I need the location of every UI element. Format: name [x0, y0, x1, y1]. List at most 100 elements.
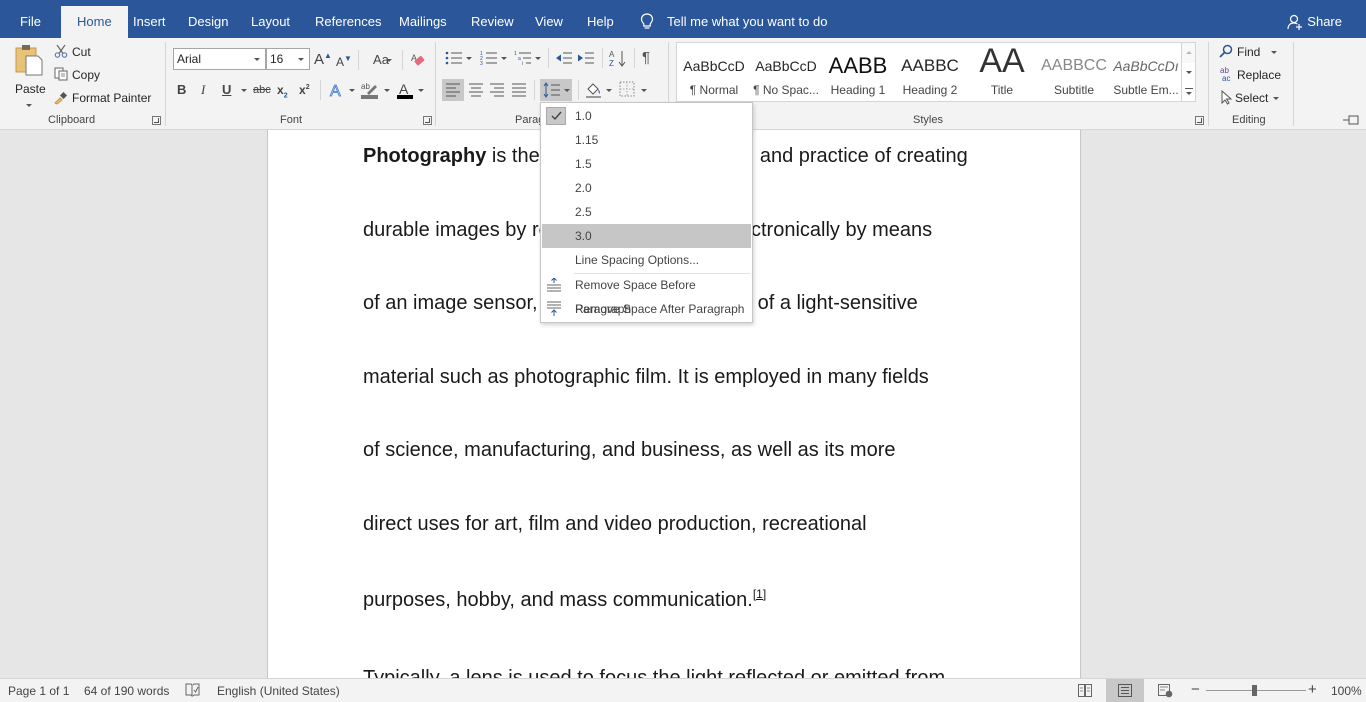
style-subtle-emphasis[interactable]: AaBbCcDı Subtle Em...: [1110, 43, 1182, 101]
share-button[interactable]: Share: [1287, 7, 1342, 38]
group-divider: [1208, 42, 1209, 126]
style-heading-2[interactable]: AABBC Heading 2: [894, 43, 966, 101]
web-layout-button[interactable]: [1146, 679, 1184, 702]
style-normal[interactable]: AaBbCcD ¶ Normal: [678, 43, 750, 101]
language[interactable]: English (United States): [217, 684, 340, 698]
show-formatting-marks-button[interactable]: ¶: [642, 49, 650, 66]
multilevel-list-button[interactable]: 1ai: [514, 50, 542, 68]
style-no-spacing[interactable]: AaBbCcD ¶ No Spac...: [750, 43, 822, 101]
styles-dialog-launcher-icon[interactable]: [1195, 116, 1204, 125]
change-case-button[interactable]: Aa: [366, 52, 396, 67]
superscript-button[interactable]: x2: [299, 83, 310, 97]
strikethrough-button[interactable]: abc: [253, 84, 271, 96]
sort-icon[interactable]: AZ: [609, 49, 627, 67]
tab-design[interactable]: Design: [176, 7, 240, 38]
remove-space-after-item[interactable]: Remove Space After Paragraph: [542, 297, 751, 321]
style-heading-1[interactable]: AABB Heading 1: [822, 43, 894, 101]
line-spacing-option-2-5[interactable]: 2.5: [542, 200, 751, 224]
gallery-scroll-down[interactable]: [1181, 63, 1195, 82]
bold-button[interactable]: B: [177, 82, 186, 97]
font-color-icon: A: [397, 81, 413, 99]
shading-button[interactable]: [585, 81, 613, 99]
increase-indent-icon[interactable]: [577, 51, 595, 65]
tab-review[interactable]: Review: [459, 7, 526, 38]
underline-button[interactable]: U: [222, 82, 231, 97]
tab-layout[interactable]: Layout: [239, 7, 302, 38]
line-spacing-option-1-15[interactable]: 1.15: [542, 128, 751, 152]
underline-options-chevron-icon[interactable]: [241, 89, 247, 92]
page-count[interactable]: Page 1 of 1: [8, 684, 69, 698]
group-divider: [165, 42, 166, 126]
font-size-combo[interactable]: 16: [266, 48, 310, 70]
zoom-out-button[interactable]: −: [1191, 681, 1200, 698]
chevron-down-icon: [1186, 92, 1192, 95]
print-layout-button[interactable]: [1106, 679, 1144, 702]
subscript-button[interactable]: x2: [277, 83, 288, 99]
styles-gallery: AaBbCcD ¶ Normal AaBbCcD ¶ No Spac... AA…: [676, 42, 1196, 102]
word-count[interactable]: 64 of 190 words: [84, 684, 169, 698]
format-painter-button[interactable]: Format Painter: [54, 89, 154, 107]
justify-icon[interactable]: [511, 83, 527, 97]
clear-formatting-icon[interactable]: A: [410, 52, 426, 68]
svg-text:1: 1: [514, 51, 517, 57]
grow-font-icon: A▲: [314, 51, 332, 68]
line-spacing-option-2-0[interactable]: 2.0: [542, 176, 751, 200]
bullets-button[interactable]: [445, 50, 473, 68]
tab-view[interactable]: View: [523, 7, 575, 38]
option-label: Remove Space After Paragraph: [575, 302, 745, 316]
line-spacing-option-1-5[interactable]: 1.5: [542, 152, 751, 176]
italic-button[interactable]: I: [201, 82, 205, 98]
align-left-button[interactable]: [442, 79, 464, 101]
proofing-book-icon[interactable]: [185, 683, 200, 697]
tab-references[interactable]: References: [303, 7, 393, 38]
clipboard-dialog-launcher-icon[interactable]: [152, 116, 161, 125]
zoom-level[interactable]: 100%: [1331, 684, 1362, 698]
option-label: 2.5: [575, 205, 592, 219]
font-dialog-launcher-icon[interactable]: [423, 116, 432, 125]
print-layout-icon: [1118, 684, 1132, 697]
divider: [320, 80, 321, 100]
replace-button[interactable]: ab ac Replace: [1219, 66, 1284, 84]
gallery-scroll-up[interactable]: [1181, 43, 1195, 63]
style-subtitle[interactable]: AABBCC Subtitle: [1038, 43, 1110, 101]
styles-group-label: Styles: [913, 114, 943, 126]
line-spacing-option-3-0[interactable]: 3.0: [542, 224, 751, 248]
remove-space-before-item[interactable]: Remove Space Before Paragraph: [542, 273, 751, 316]
decrease-indent-icon[interactable]: [555, 51, 573, 65]
line-spacing-option-1-0[interactable]: 1.0: [542, 104, 751, 128]
gallery-more-button[interactable]: [1181, 82, 1195, 101]
zoom-slider-thumb[interactable]: [1252, 685, 1257, 696]
lightbulb-icon: [640, 13, 654, 29]
style-title[interactable]: AA Title: [966, 42, 1038, 101]
font-name-combo[interactable]: Arial: [173, 48, 266, 70]
zoom-in-button[interactable]: +: [1308, 681, 1317, 698]
find-button[interactable]: Find: [1219, 43, 1279, 61]
footnote-link[interactable]: [1]: [753, 587, 766, 601]
select-button[interactable]: Select: [1219, 89, 1281, 107]
grow-font-button[interactable]: A▲: [314, 51, 332, 68]
align-center-icon[interactable]: [468, 83, 484, 97]
line-spacing-button[interactable]: [540, 79, 572, 101]
numbering-icon: 123: [480, 51, 497, 66]
tab-help[interactable]: Help: [575, 7, 626, 38]
option-label: 1.15: [575, 133, 599, 147]
align-right-icon[interactable]: [489, 83, 505, 97]
tab-file[interactable]: File: [8, 7, 53, 38]
paste-button[interactable]: Paste: [8, 42, 48, 108]
tab-home[interactable]: Home: [61, 6, 128, 38]
text-effects-button[interactable]: A: [329, 81, 355, 99]
pin-ribbon-icon[interactable]: [1342, 114, 1360, 126]
borders-button[interactable]: [619, 81, 647, 99]
tell-me-search[interactable]: Tell me what you want to do: [638, 7, 827, 38]
line-spacing-options-item[interactable]: Line Spacing Options...: [542, 248, 751, 272]
shrink-font-button[interactable]: A▼: [336, 54, 352, 69]
read-mode-button[interactable]: [1066, 679, 1104, 702]
highlight-color-button[interactable]: ab: [361, 81, 391, 99]
tab-insert[interactable]: Insert: [121, 7, 178, 38]
style-name: Subtitle: [1053, 83, 1095, 97]
numbering-button[interactable]: 123: [480, 50, 508, 68]
copy-button[interactable]: Copy: [54, 66, 104, 84]
tab-mailings[interactable]: Mailings: [387, 7, 459, 38]
cut-button[interactable]: Cut: [54, 43, 99, 61]
font-color-button[interactable]: A: [396, 81, 426, 99]
